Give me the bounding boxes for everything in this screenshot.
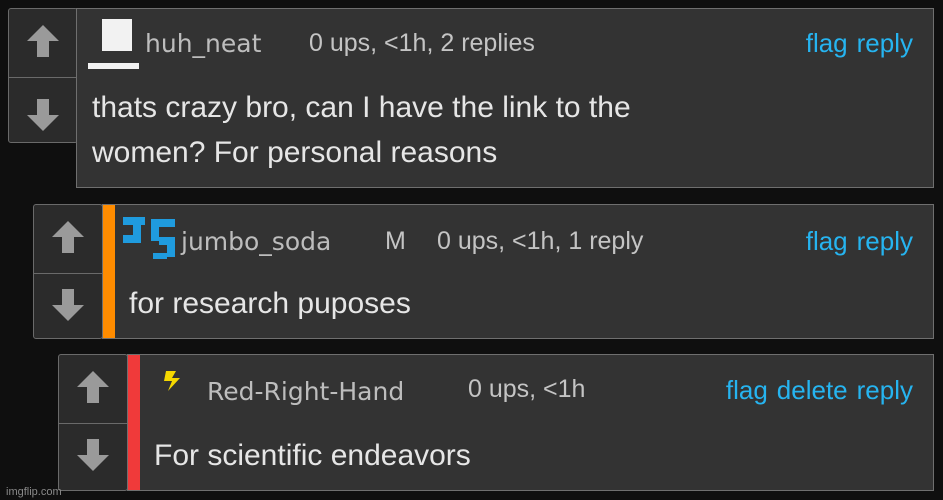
vote-box-3: [58, 354, 128, 491]
up-arrow-icon[interactable]: [73, 367, 113, 407]
up-arrow-icon[interactable]: [48, 217, 88, 257]
comment-text: For scientific endeavors: [154, 433, 471, 478]
comment-username[interactable]: jumbo_soda: [181, 227, 331, 256]
vote-box-2: [33, 204, 103, 339]
comment-meta: 0 ups, <1h, 1 reply: [437, 227, 644, 255]
down-arrow-icon[interactable]: [48, 285, 88, 325]
flag-link[interactable]: flag: [726, 375, 768, 405]
comment-card-2: jumbo_soda M 0 ups, <1h, 1 reply flag rep…: [102, 204, 934, 339]
down-arrow-icon[interactable]: [73, 435, 113, 475]
comment-text-line: thats crazy bro, can I have the link to …: [92, 91, 631, 124]
avatar[interactable]: [160, 367, 190, 397]
comment-actions: flag reply: [797, 226, 913, 257]
comment-text-line: For scientific endeavors: [154, 439, 471, 472]
comment-username[interactable]: huh_neat: [145, 29, 261, 58]
flag-link[interactable]: flag: [806, 226, 848, 256]
comment-text-line: for research puposes: [129, 287, 411, 320]
up-arrow-icon[interactable]: [23, 21, 63, 61]
comment-username[interactable]: Red-Right-Hand: [207, 377, 404, 406]
delete-link[interactable]: delete: [777, 375, 848, 405]
comment-actions: flag delete reply: [717, 375, 913, 406]
comment-actions: flag reply: [797, 28, 913, 59]
down-arrow-icon[interactable]: [23, 95, 63, 135]
avatar[interactable]: [85, 17, 142, 69]
reply-stripe: [103, 205, 115, 338]
reply-link[interactable]: reply: [857, 375, 913, 405]
comment-text: for research puposes: [129, 281, 411, 326]
mod-badge: M: [385, 227, 406, 255]
reply-link[interactable]: reply: [857, 28, 913, 58]
reply-link[interactable]: reply: [857, 226, 913, 256]
flag-link[interactable]: flag: [806, 28, 848, 58]
comment-meta: 0 ups, <1h, 2 replies: [309, 29, 535, 57]
comment-meta: 0 ups, <1h: [468, 375, 586, 403]
watermark: imgflip.com: [6, 486, 62, 498]
reply-stripe: [128, 355, 140, 490]
comment-text: thats crazy bro, can I have the link to …: [92, 85, 631, 175]
comment-card-1: huh_neat 0 ups, <1h, 2 replies flag reply…: [76, 8, 934, 188]
comment-text-line: women? For personal reasons: [92, 136, 498, 169]
comment-card-3: Red-Right-Hand 0 ups, <1h flag delete repl…: [127, 354, 934, 491]
vote-box-1: [8, 8, 78, 143]
avatar[interactable]: [123, 215, 177, 261]
